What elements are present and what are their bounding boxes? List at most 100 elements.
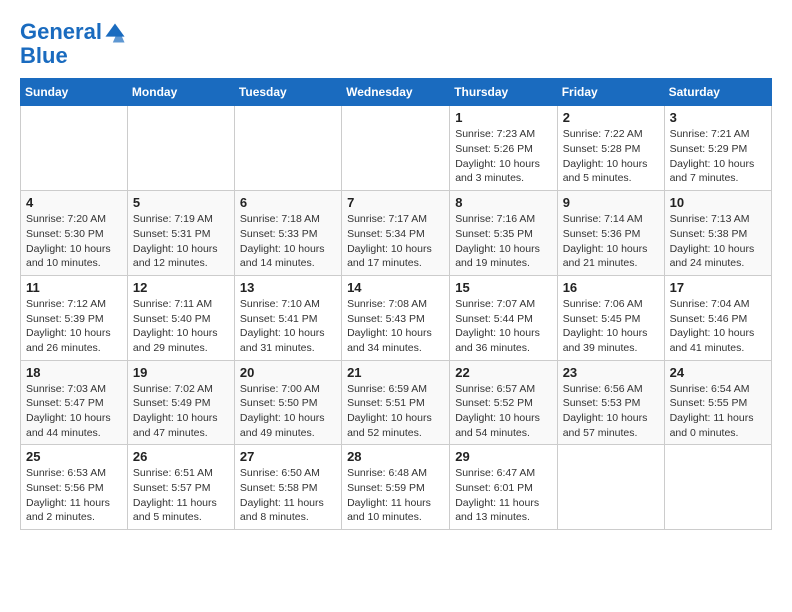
- page-header: General Blue: [20, 20, 772, 68]
- day-info: Sunrise: 7:04 AMSunset: 5:46 PMDaylight:…: [670, 297, 766, 356]
- calendar-cell: [664, 445, 771, 530]
- calendar-cell: 4 Sunrise: 7:20 AMSunset: 5:30 PMDaylight…: [21, 191, 128, 276]
- calendar-cell: 1Sunrise: 7:23 AMSunset: 5:26 PMDaylight…: [450, 106, 557, 191]
- day-info: Sunrise: 7:17 AMSunset: 5:34 PMDaylight:…: [347, 212, 444, 271]
- calendar-table: SundayMondayTuesdayWednesdayThursdayFrid…: [20, 78, 772, 530]
- day-number: 23: [563, 365, 659, 380]
- day-info: Sunrise: 6:54 AMSunset: 5:55 PMDaylight:…: [670, 382, 766, 441]
- calendar-cell: 11 Sunrise: 7:12 AMSunset: 5:39 PMDayligh…: [21, 275, 128, 360]
- calendar-week-2: 11 Sunrise: 7:12 AMSunset: 5:39 PMDayligh…: [21, 275, 772, 360]
- day-info: Sunrise: 7:20 AMSunset: 5:30 PMDaylight:…: [26, 212, 122, 271]
- day-number: 4: [26, 195, 122, 210]
- logo-text: General Blue: [20, 20, 126, 68]
- day-info: Sunrise: 7:19 AMSunset: 5:31 PMDaylight:…: [133, 212, 229, 271]
- day-info: Sunrise: 7:00 AMSunset: 5:50 PMDaylight:…: [240, 382, 336, 441]
- day-info: Sunrise: 7:06 AMSunset: 5:45 PMDaylight:…: [563, 297, 659, 356]
- day-number: 18: [26, 365, 122, 380]
- calendar-cell: 2 Sunrise: 7:22 AMSunset: 5:28 PMDaylight…: [557, 106, 664, 191]
- calendar-cell: 6 Sunrise: 7:18 AMSunset: 5:33 PMDaylight…: [234, 191, 341, 276]
- calendar-week-0: 1Sunrise: 7:23 AMSunset: 5:26 PMDaylight…: [21, 106, 772, 191]
- day-number: 14: [347, 280, 444, 295]
- calendar-cell: 5 Sunrise: 7:19 AMSunset: 5:31 PMDaylight…: [127, 191, 234, 276]
- calendar-week-4: 25 Sunrise: 6:53 AMSunset: 5:56 PMDayligh…: [21, 445, 772, 530]
- day-info: Sunrise: 7:22 AMSunset: 5:28 PMDaylight:…: [563, 127, 659, 186]
- calendar-week-1: 4 Sunrise: 7:20 AMSunset: 5:30 PMDaylight…: [21, 191, 772, 276]
- day-number: 27: [240, 449, 336, 464]
- calendar-week-3: 18 Sunrise: 7:03 AMSunset: 5:47 PMDayligh…: [21, 360, 772, 445]
- weekday-header-monday: Monday: [127, 79, 234, 106]
- day-number: 3: [670, 110, 766, 125]
- day-info: Sunrise: 6:50 AMSunset: 5:58 PMDaylight:…: [240, 466, 336, 525]
- calendar-cell: 16 Sunrise: 7:06 AMSunset: 5:45 PMDayligh…: [557, 275, 664, 360]
- day-info: Sunrise: 7:08 AMSunset: 5:43 PMDaylight:…: [347, 297, 444, 356]
- day-number: 17: [670, 280, 766, 295]
- day-info: Sunrise: 7:18 AMSunset: 5:33 PMDaylight:…: [240, 212, 336, 271]
- day-info: Sunrise: 6:48 AMSunset: 5:59 PMDaylight:…: [347, 466, 444, 525]
- weekday-header-tuesday: Tuesday: [234, 79, 341, 106]
- day-number: 10: [670, 195, 766, 210]
- day-number: 24: [670, 365, 766, 380]
- calendar-cell: 24 Sunrise: 6:54 AMSunset: 5:55 PMDayligh…: [664, 360, 771, 445]
- day-number: 2: [563, 110, 659, 125]
- day-number: 19: [133, 365, 229, 380]
- calendar-cell: [557, 445, 664, 530]
- day-number: 15: [455, 280, 551, 295]
- weekday-header-saturday: Saturday: [664, 79, 771, 106]
- calendar-cell: 20 Sunrise: 7:00 AMSunset: 5:50 PMDayligh…: [234, 360, 341, 445]
- calendar-cell: 9 Sunrise: 7:14 AMSunset: 5:36 PMDaylight…: [557, 191, 664, 276]
- day-number: 28: [347, 449, 444, 464]
- day-number: 9: [563, 195, 659, 210]
- day-info: Sunrise: 7:11 AMSunset: 5:40 PMDaylight:…: [133, 297, 229, 356]
- day-number: 13: [240, 280, 336, 295]
- calendar-cell: 12 Sunrise: 7:11 AMSunset: 5:40 PMDayligh…: [127, 275, 234, 360]
- weekday-header-wednesday: Wednesday: [342, 79, 450, 106]
- calendar-cell: [342, 106, 450, 191]
- calendar-cell: 13 Sunrise: 7:10 AMSunset: 5:41 PMDayligh…: [234, 275, 341, 360]
- day-info: Sunrise: 6:59 AMSunset: 5:51 PMDaylight:…: [347, 382, 444, 441]
- day-number: 8: [455, 195, 551, 210]
- calendar-cell: 17 Sunrise: 7:04 AMSunset: 5:46 PMDayligh…: [664, 275, 771, 360]
- day-info: Sunrise: 6:53 AMSunset: 5:56 PMDaylight:…: [26, 466, 122, 525]
- day-number: 25: [26, 449, 122, 464]
- day-info: Sunrise: 7:07 AMSunset: 5:44 PMDaylight:…: [455, 297, 551, 356]
- day-info: Sunrise: 7:16 AMSunset: 5:35 PMDaylight:…: [455, 212, 551, 271]
- day-number: 5: [133, 195, 229, 210]
- calendar-cell: 26 Sunrise: 6:51 AMSunset: 5:57 PMDayligh…: [127, 445, 234, 530]
- day-info: Sunrise: 6:47 AMSunset: 6:01 PMDaylight:…: [455, 466, 551, 525]
- day-number: 29: [455, 449, 551, 464]
- day-number: 11: [26, 280, 122, 295]
- calendar-cell: 7 Sunrise: 7:17 AMSunset: 5:34 PMDaylight…: [342, 191, 450, 276]
- calendar-cell: 29 Sunrise: 6:47 AMSunset: 6:01 PMDayligh…: [450, 445, 557, 530]
- calendar-cell: 23Sunrise: 6:56 AMSunset: 5:53 PMDayligh…: [557, 360, 664, 445]
- day-info: Sunrise: 7:21 AMSunset: 5:29 PMDaylight:…: [670, 127, 766, 186]
- day-number: 21: [347, 365, 444, 380]
- calendar-cell: 8 Sunrise: 7:16 AMSunset: 5:35 PMDaylight…: [450, 191, 557, 276]
- calendar-cell: 22Sunrise: 6:57 AMSunset: 5:52 PMDayligh…: [450, 360, 557, 445]
- day-info: Sunrise: 7:10 AMSunset: 5:41 PMDaylight:…: [240, 297, 336, 356]
- calendar-cell: 10Sunrise: 7:13 AMSunset: 5:38 PMDayligh…: [664, 191, 771, 276]
- calendar-cell: [127, 106, 234, 191]
- day-info: Sunrise: 6:51 AMSunset: 5:57 PMDaylight:…: [133, 466, 229, 525]
- logo: General Blue: [20, 20, 126, 68]
- day-number: 16: [563, 280, 659, 295]
- calendar-cell: [234, 106, 341, 191]
- calendar-cell: 27 Sunrise: 6:50 AMSunset: 5:58 PMDayligh…: [234, 445, 341, 530]
- calendar-cell: 3 Sunrise: 7:21 AMSunset: 5:29 PMDaylight…: [664, 106, 771, 191]
- day-number: 26: [133, 449, 229, 464]
- calendar-cell: 15 Sunrise: 7:07 AMSunset: 5:44 PMDayligh…: [450, 275, 557, 360]
- day-info: Sunrise: 7:14 AMSunset: 5:36 PMDaylight:…: [563, 212, 659, 271]
- calendar-cell: 21 Sunrise: 6:59 AMSunset: 5:51 PMDayligh…: [342, 360, 450, 445]
- calendar-cell: 18 Sunrise: 7:03 AMSunset: 5:47 PMDayligh…: [21, 360, 128, 445]
- day-number: 7: [347, 195, 444, 210]
- day-number: 6: [240, 195, 336, 210]
- day-info: Sunrise: 7:12 AMSunset: 5:39 PMDaylight:…: [26, 297, 122, 356]
- calendar-cell: 28 Sunrise: 6:48 AMSunset: 5:59 PMDayligh…: [342, 445, 450, 530]
- day-number: 12: [133, 280, 229, 295]
- calendar-cell: 14 Sunrise: 7:08 AMSunset: 5:43 PMDayligh…: [342, 275, 450, 360]
- day-info: Sunrise: 7:23 AMSunset: 5:26 PMDaylight:…: [455, 127, 551, 186]
- weekday-header-friday: Friday: [557, 79, 664, 106]
- calendar-cell: 19Sunrise: 7:02 AMSunset: 5:49 PMDayligh…: [127, 360, 234, 445]
- day-number: 20: [240, 365, 336, 380]
- calendar-cell: [21, 106, 128, 191]
- day-info: Sunrise: 7:03 AMSunset: 5:47 PMDaylight:…: [26, 382, 122, 441]
